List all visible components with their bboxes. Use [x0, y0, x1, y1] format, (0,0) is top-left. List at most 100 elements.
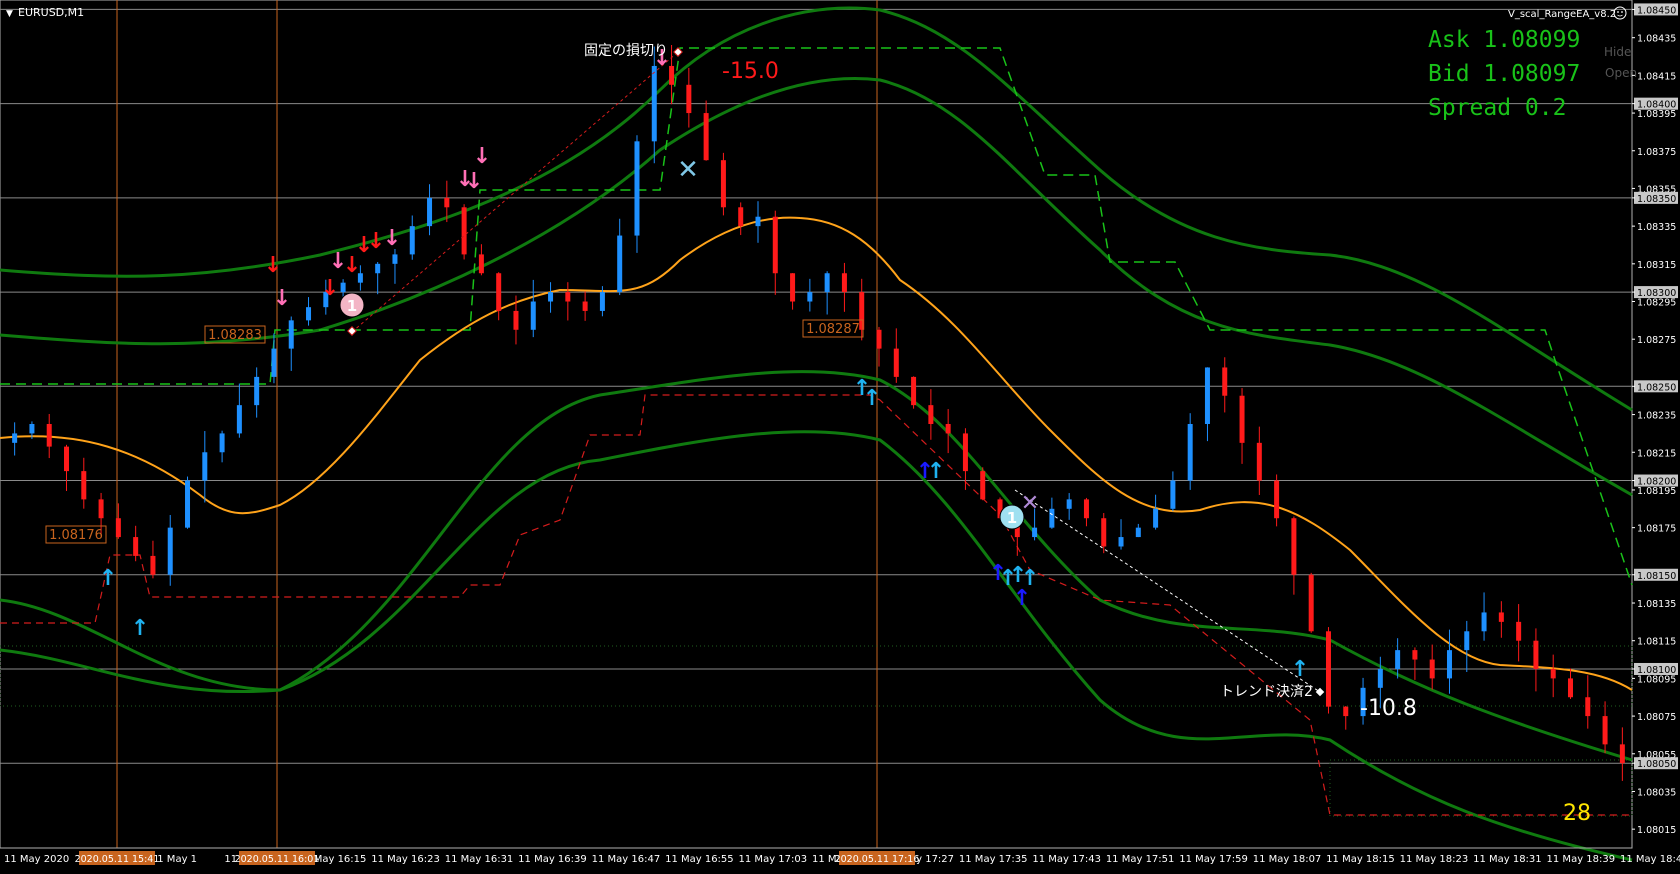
sell-arrow-icon: ↓ — [473, 144, 491, 169]
price-tick-label: 1.08335 — [1637, 222, 1676, 233]
candle-body — [651, 65, 657, 142]
sell-arrow-icon: ↓ — [264, 253, 282, 278]
candle-body — [1550, 668, 1556, 679]
candle-body — [1222, 367, 1228, 396]
candle-body — [893, 348, 899, 377]
price-tick-label: 1.08450 — [1637, 5, 1676, 16]
chart-window[interactable]: ↓ ↓ ↓ ↓ ↓ ↓ ↓ ↓ ↓ ↓ ↓ ↓ ↑ ↑ ↑ ↑ ↑ ↑ ↑ ↑ … — [0, 0, 1680, 870]
candle-body — [1602, 716, 1608, 745]
price-tick-label: 1.08095 — [1637, 674, 1676, 685]
candle-body — [772, 216, 778, 274]
candle-body — [911, 376, 917, 406]
time-tick-label: 11 May 17:43 — [1032, 854, 1101, 865]
candle-body — [254, 376, 260, 406]
level-tag-1: 1.08283 — [204, 325, 266, 344]
candle-body — [1274, 480, 1280, 519]
chart-symbol-caret-icon: ▼ — [6, 9, 13, 19]
candle-body — [1170, 480, 1176, 509]
candle-body — [945, 424, 951, 434]
candle-body — [167, 527, 173, 575]
candle-body — [409, 226, 415, 255]
candle-body — [1153, 508, 1159, 528]
candle-body — [1204, 367, 1210, 424]
ask-quote: Ask 1.08099 — [1428, 27, 1580, 53]
price-tick-label: 1.08115 — [1637, 637, 1676, 648]
candle-body — [98, 499, 104, 519]
loss-fixed-value: -15.0 — [722, 59, 779, 84]
candle-body — [1619, 744, 1625, 764]
time-marker-label: 2020.05.11 16:01 — [235, 854, 320, 865]
candle-body — [1118, 537, 1124, 547]
candle-body — [271, 348, 277, 377]
candle-body — [1101, 518, 1107, 547]
candle-body — [1516, 621, 1522, 641]
ea-name-label: V_scal_RangeEA_v8.2 — [1508, 9, 1616, 20]
candle-body — [928, 405, 934, 424]
candle-body — [150, 555, 156, 575]
price-tick-label: 1.08035 — [1637, 787, 1676, 798]
price-tick-label: 1.08235 — [1637, 411, 1676, 422]
price-tick-label: 1.08315 — [1637, 260, 1676, 271]
price-tick-label: 1.08375 — [1637, 147, 1676, 158]
candle-body — [392, 254, 398, 264]
time-tick-label: 11 May 16:47 — [592, 854, 661, 865]
butterfly-icon: ✕ — [677, 155, 699, 185]
time-tick-label: 11 May 18:07 — [1253, 854, 1322, 865]
candle-body — [496, 273, 502, 311]
candle-body — [876, 329, 882, 349]
candle-body — [64, 446, 70, 472]
candle-body — [1135, 527, 1141, 538]
time-tick-label: 11 May 16:31 — [445, 854, 514, 865]
candle-body — [219, 433, 225, 453]
trend-exit-label: トレンド決済2 — [1220, 684, 1313, 700]
candle-body — [478, 254, 484, 274]
candle-body — [738, 207, 744, 227]
candle-body — [29, 424, 35, 434]
time-tick-label: 11 May 16:23 — [371, 854, 440, 865]
candle-body — [634, 141, 640, 236]
time-tick-label: 11 May 17:03 — [739, 854, 808, 865]
time-tick-label: 11 May 16:39 — [518, 854, 587, 865]
candle-body — [1377, 668, 1383, 688]
svg-text:1.08287: 1.08287 — [806, 322, 860, 337]
candle-body — [1567, 678, 1573, 698]
candle-body — [340, 282, 346, 293]
buy-arrow-icon: ↑ — [1013, 586, 1031, 611]
candle-body — [807, 292, 813, 302]
order-badge-2[interactable]: 1 — [999, 504, 1025, 530]
order-badge-1[interactable]: 1 — [339, 292, 365, 318]
sell-arrow-icon: ↓ — [465, 169, 483, 194]
price-tick-label: 1.08135 — [1637, 599, 1676, 610]
candle-body — [1049, 508, 1055, 528]
candle-body — [202, 452, 208, 481]
candle-body — [1498, 612, 1504, 622]
price-tick-label: 1.08435 — [1637, 34, 1676, 45]
candle-body — [790, 273, 796, 302]
candle-body — [427, 197, 433, 227]
candle-body — [1256, 442, 1262, 481]
candle-body — [841, 273, 847, 293]
candle-body — [288, 320, 294, 349]
time-tick-label: 11 May 17:35 — [959, 854, 1028, 865]
price-chart[interactable]: ↓ ↓ ↓ ↓ ↓ ↓ ↓ ↓ ↓ ↓ ↓ ↓ ↑ ↑ ↑ ↑ ↑ ↑ ↑ ↑ … — [0, 0, 1680, 870]
candle-body — [236, 405, 242, 434]
open-button[interactable]: Open — [1605, 66, 1637, 80]
sell-arrow-icon: ↓ — [383, 226, 401, 251]
buy-arrow-icon: ↑ — [131, 616, 149, 641]
price-tick-label: 1.08295 — [1637, 298, 1676, 309]
level-tag-2: 1.08287 — [802, 319, 864, 338]
candle-body — [513, 310, 519, 330]
time-tick-label: 11 May 18:39 — [1547, 854, 1616, 865]
buy-arrow-icon: ↑ — [1291, 657, 1309, 682]
hide-button[interactable]: Hide — [1604, 45, 1631, 59]
candle-body — [1343, 706, 1349, 717]
price-tick-label: 1.08275 — [1637, 335, 1676, 346]
candle-body — [565, 292, 571, 302]
candle-body — [1083, 499, 1089, 519]
price-tick-label: 1.08395 — [1637, 109, 1676, 120]
buy-arrow-icon: ↑ — [99, 566, 117, 591]
order-badge-text: 1 — [1007, 509, 1017, 527]
candle-body — [375, 263, 381, 274]
candle-body — [755, 216, 761, 227]
price-tick-label: 1.08215 — [1637, 448, 1676, 459]
